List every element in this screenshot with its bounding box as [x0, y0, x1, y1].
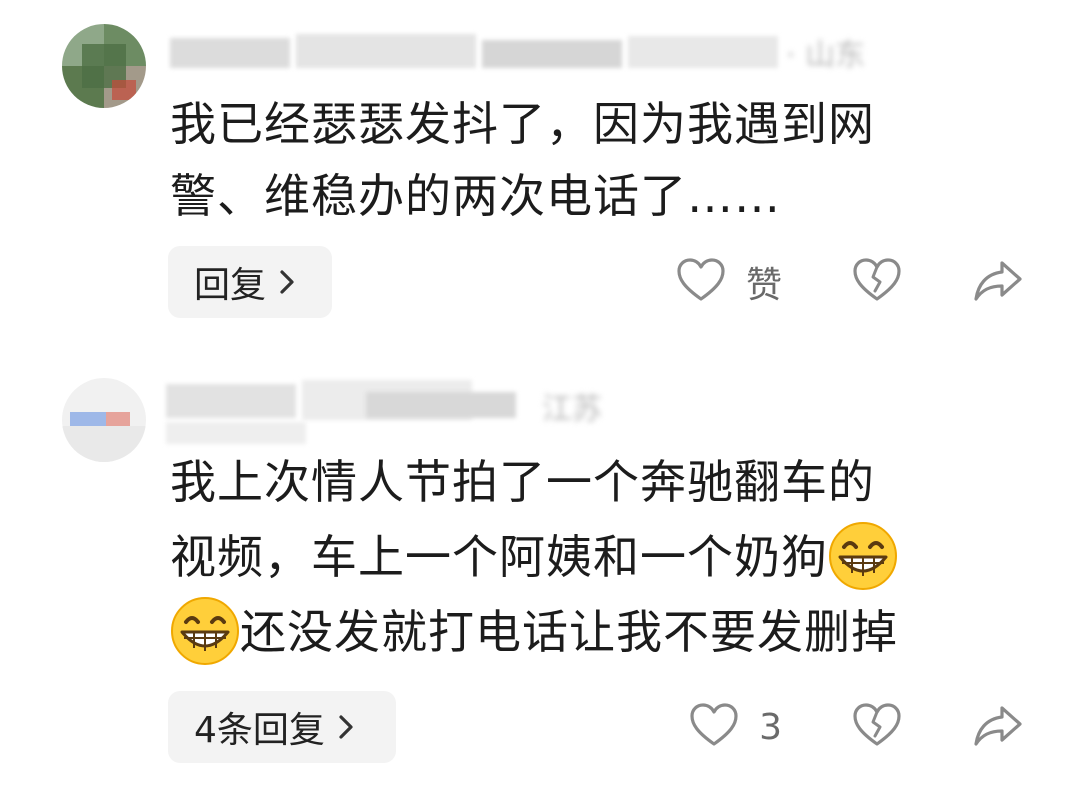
- heart-outline-icon: [689, 702, 739, 752]
- reply-button-label: 回复: [194, 265, 267, 306]
- comment-meta-redacted: 江苏: [166, 380, 726, 444]
- comment-item: · 山东 我已经瑟瑟发抖了，因为我遇到网 警、维稳办的两次电话了…… 回复 赞: [0, 0, 1080, 345]
- broken-heart-icon: [852, 257, 902, 307]
- like-label: 赞: [745, 265, 782, 306]
- grinning-face-emoji-icon: [828, 521, 898, 591]
- comment-line-text: 还没发就打电话让我不要发删掉: [240, 605, 898, 659]
- reply-button[interactable]: 回复: [168, 246, 332, 318]
- share-button[interactable]: [972, 702, 1024, 752]
- comment-body: 我上次情人节拍了一个奔驰翻车的 视频，车上一个阿姨和一个奶狗 还没发就打电话让我…: [170, 445, 1050, 670]
- comment-line: 警、维稳办的两次电话了……: [170, 169, 781, 223]
- comment-line: 还没发就打电话让我不要发删掉: [170, 595, 1050, 670]
- comment-actions: 赞: [676, 246, 1024, 318]
- comment-line: 我已经瑟瑟发抖了，因为我遇到网: [170, 97, 875, 151]
- chevron-right-icon: [278, 267, 296, 297]
- comment-actions: 3: [689, 691, 1024, 763]
- comment-line-text: 视频，车上一个阿姨和一个奶狗: [170, 530, 828, 584]
- comment-location: · 山东: [786, 38, 866, 73]
- like-button[interactable]: 3: [689, 702, 782, 752]
- share-arrow-icon: [972, 257, 1024, 307]
- dislike-button[interactable]: [852, 257, 902, 307]
- dislike-button[interactable]: [852, 702, 902, 752]
- heart-outline-icon: [676, 257, 726, 307]
- avatar[interactable]: [62, 24, 146, 108]
- broken-heart-icon: [852, 702, 902, 752]
- comment-meta-redacted: · 山东: [166, 30, 896, 73]
- like-button[interactable]: 赞: [676, 256, 782, 308]
- grinning-face-emoji-icon: [170, 596, 240, 666]
- comment-body: 我已经瑟瑟发抖了，因为我遇到网 警、维稳办的两次电话了……: [170, 88, 1030, 232]
- avatar[interactable]: [62, 378, 146, 462]
- comment-location: 江苏: [542, 392, 602, 427]
- chevron-right-icon: [337, 712, 355, 742]
- comment-list: · 山东 我已经瑟瑟发抖了，因为我遇到网 警、维稳办的两次电话了…… 回复 赞: [0, 0, 1080, 806]
- share-button[interactable]: [972, 257, 1024, 307]
- comment-line: 视频，车上一个阿姨和一个奶狗: [170, 520, 1050, 595]
- like-count: 3: [759, 706, 782, 748]
- view-replies-button[interactable]: 4条回复: [168, 691, 396, 763]
- comment-item: 江苏 我上次情人节拍了一个奔驰翻车的 视频，车上一个阿姨和一个奶狗 还没发就打电…: [0, 345, 1080, 806]
- reply-button-label: 4条回复: [194, 710, 325, 751]
- share-arrow-icon: [972, 702, 1024, 752]
- comment-line: 我上次情人节拍了一个奔驰翻车的: [170, 455, 875, 509]
